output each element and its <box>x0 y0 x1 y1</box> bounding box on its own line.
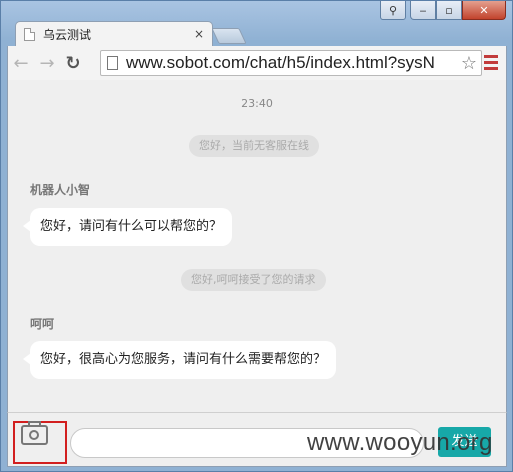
forward-arrow-icon[interactable]: → <box>34 53 60 74</box>
menu-icon[interactable] <box>484 55 498 73</box>
address-bar[interactable]: www.sobot.com/chat/h5/index.html?sysN ☆ <box>100 50 482 76</box>
back-arrow-icon[interactable]: ← <box>8 53 34 74</box>
page-icon <box>24 27 35 41</box>
message-bubble: 您好，请问有什么可以帮您的？ <box>22 208 233 246</box>
url-text[interactable]: www.sobot.com/chat/h5/index.html?sysN <box>126 53 435 73</box>
bookmark-star-icon[interactable]: ☆ <box>460 53 477 74</box>
sender-name: 机器人小智 <box>30 183 91 197</box>
camera-icon[interactable] <box>21 421 48 445</box>
sender-name: 呵呵 <box>30 317 55 331</box>
caption-buttons: ⚲ ‒ ▫ ✕ <box>380 1 506 21</box>
tab-active[interactable]: 乌云测试 × <box>15 21 213 46</box>
profile-button[interactable]: ⚲ <box>380 1 406 20</box>
reload-icon[interactable]: ↻ <box>60 53 86 74</box>
message-bubble: 您好，很高心为您服务，请问有什么需要帮您的？ <box>22 341 337 379</box>
browser-window: ⚲ ‒ ▫ ✕ 乌云测试 × ← → ↻ www.sobot.com/chat/… <box>0 0 513 472</box>
watermark: www.wooyun.org <box>307 429 493 456</box>
system-message: 您好，当前无客服在线 <box>189 135 319 157</box>
minimize-button[interactable]: ‒ <box>410 1 436 20</box>
new-tab-button[interactable] <box>211 28 247 44</box>
close-window-button[interactable]: ✕ <box>462 1 506 20</box>
page-icon <box>107 56 118 70</box>
chat-area: 23:40 您好，当前无客服在线 机器人小智 您好，请问有什么可以帮您的？ 您好… <box>7 80 507 412</box>
tab-close-icon[interactable]: × <box>194 27 204 41</box>
system-message: 您好,呵呵接受了您的请求 <box>181 269 326 291</box>
chat-timestamp: 23:40 <box>241 97 273 110</box>
toolbar: ← → ↻ www.sobot.com/chat/h5/index.html?s… <box>7 46 507 80</box>
tab-title: 乌云测试 <box>43 27 92 42</box>
maximize-button[interactable]: ▫ <box>436 1 462 20</box>
